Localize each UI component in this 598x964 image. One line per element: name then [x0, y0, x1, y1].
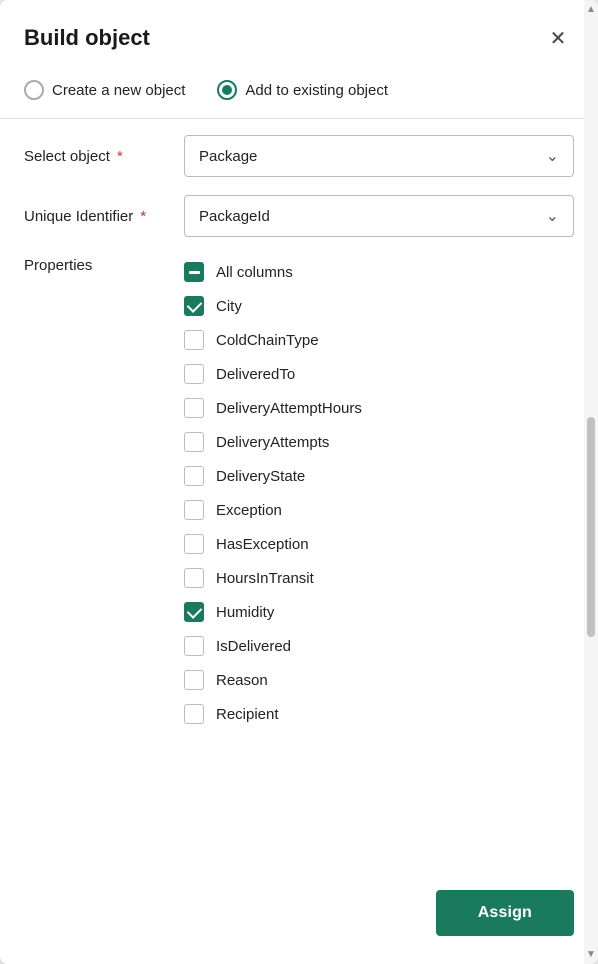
property-deliverystate-label: DeliveryState	[216, 468, 305, 485]
scroll-down-icon: ▼	[586, 949, 596, 960]
property-humidity-checkbox[interactable]	[184, 602, 204, 622]
radio-circle-existing	[217, 80, 237, 100]
property-deliveryattempts-checkbox[interactable]	[184, 432, 204, 452]
chevron-down-icon: ⌄	[546, 146, 559, 166]
property-deliverystate-checkbox[interactable]	[184, 466, 204, 486]
properties-row: Properties All columns City ColdChainTyp…	[24, 255, 574, 731]
all-columns-label: All columns	[216, 264, 293, 281]
property-isdelivered-label: IsDelivered	[216, 638, 291, 655]
property-exception-row[interactable]: Exception	[184, 493, 574, 527]
all-columns-row[interactable]: All columns	[184, 255, 574, 289]
property-recipient-row[interactable]: Recipient	[184, 697, 574, 731]
scroll-thumb[interactable]	[587, 417, 595, 637]
properties-label: Properties	[24, 255, 184, 274]
property-city-checkbox[interactable]	[184, 296, 204, 316]
property-hoursintransit-checkbox[interactable]	[184, 568, 204, 588]
build-object-dialog: Build object ✕ Create a new object Add t…	[0, 0, 598, 964]
select-object-value: Package	[199, 148, 257, 165]
property-deliveredto-label: DeliveredTo	[216, 366, 295, 383]
property-reason-checkbox[interactable]	[184, 670, 204, 690]
property-hoursintransit-label: HoursInTransit	[216, 570, 314, 587]
form-section: Select object * Package ⌄ Unique Identif…	[0, 135, 598, 874]
property-hasexception-row[interactable]: HasException	[184, 527, 574, 561]
property-reason-label: Reason	[216, 672, 268, 689]
property-exception-label: Exception	[216, 502, 282, 519]
unique-identifier-label: Unique Identifier *	[24, 208, 184, 225]
property-deliveryattempthours-checkbox[interactable]	[184, 398, 204, 418]
required-star-object: *	[113, 148, 123, 165]
checkboxes-column: All columns City ColdChainType Delivered…	[184, 255, 574, 731]
property-deliverystate-row[interactable]: DeliveryState	[184, 459, 574, 493]
required-star-uid: *	[136, 208, 146, 225]
property-recipient-checkbox[interactable]	[184, 704, 204, 724]
close-button[interactable]: ✕	[542, 22, 574, 54]
radio-group: Create a new object Add to existing obje…	[0, 70, 598, 118]
unique-identifier-row: Unique Identifier * PackageId ⌄	[24, 195, 574, 237]
property-city-row[interactable]: City	[184, 289, 574, 323]
chevron-down-uid-icon: ⌄	[546, 206, 559, 226]
property-deliveryattempts-label: DeliveryAttempts	[216, 434, 329, 451]
property-city-label: City	[216, 298, 242, 315]
radio-create-new[interactable]: Create a new object	[24, 80, 185, 100]
property-reason-row[interactable]: Reason	[184, 663, 574, 697]
assign-button[interactable]: Assign	[436, 890, 574, 936]
select-object-row: Select object * Package ⌄	[24, 135, 574, 177]
property-humidity-label: Humidity	[216, 604, 274, 621]
property-isdelivered-checkbox[interactable]	[184, 636, 204, 656]
property-coldchaintype-row[interactable]: ColdChainType	[184, 323, 574, 357]
footer: Assign	[0, 874, 598, 964]
assign-label: Assign	[478, 904, 532, 921]
property-hoursintransit-row[interactable]: HoursInTransit	[184, 561, 574, 595]
radio-add-existing[interactable]: Add to existing object	[217, 80, 388, 100]
unique-identifier-dropdown[interactable]: PackageId ⌄	[184, 195, 574, 237]
property-deliveredto-checkbox[interactable]	[184, 364, 204, 384]
select-object-label: Select object *	[24, 148, 184, 165]
select-object-dropdown[interactable]: Package ⌄	[184, 135, 574, 177]
property-coldchaintype-label: ColdChainType	[216, 332, 319, 349]
property-exception-checkbox[interactable]	[184, 500, 204, 520]
radio-existing-label: Add to existing object	[245, 82, 388, 99]
property-hasexception-label: HasException	[216, 536, 309, 553]
property-deliveryattempthours-row[interactable]: DeliveryAttemptHours	[184, 391, 574, 425]
all-columns-checkbox[interactable]	[184, 262, 204, 282]
scrollbar: ▲ ▼	[584, 0, 598, 964]
property-deliveryattempthours-label: DeliveryAttemptHours	[216, 400, 362, 417]
scroll-up-icon: ▲	[586, 4, 596, 15]
property-deliveredto-row[interactable]: DeliveredTo	[184, 357, 574, 391]
unique-identifier-value: PackageId	[199, 208, 270, 225]
property-coldchaintype-checkbox[interactable]	[184, 330, 204, 350]
close-icon: ✕	[550, 26, 567, 51]
property-isdelivered-row[interactable]: IsDelivered	[184, 629, 574, 663]
dialog-header: Build object ✕	[0, 0, 598, 70]
property-recipient-label: Recipient	[216, 706, 279, 723]
radio-circle-create	[24, 80, 44, 100]
radio-create-label: Create a new object	[52, 82, 185, 99]
dialog-title: Build object	[24, 25, 150, 51]
property-hasexception-checkbox[interactable]	[184, 534, 204, 554]
property-humidity-row[interactable]: Humidity	[184, 595, 574, 629]
property-deliveryattempts-row[interactable]: DeliveryAttempts	[184, 425, 574, 459]
divider	[0, 118, 598, 119]
